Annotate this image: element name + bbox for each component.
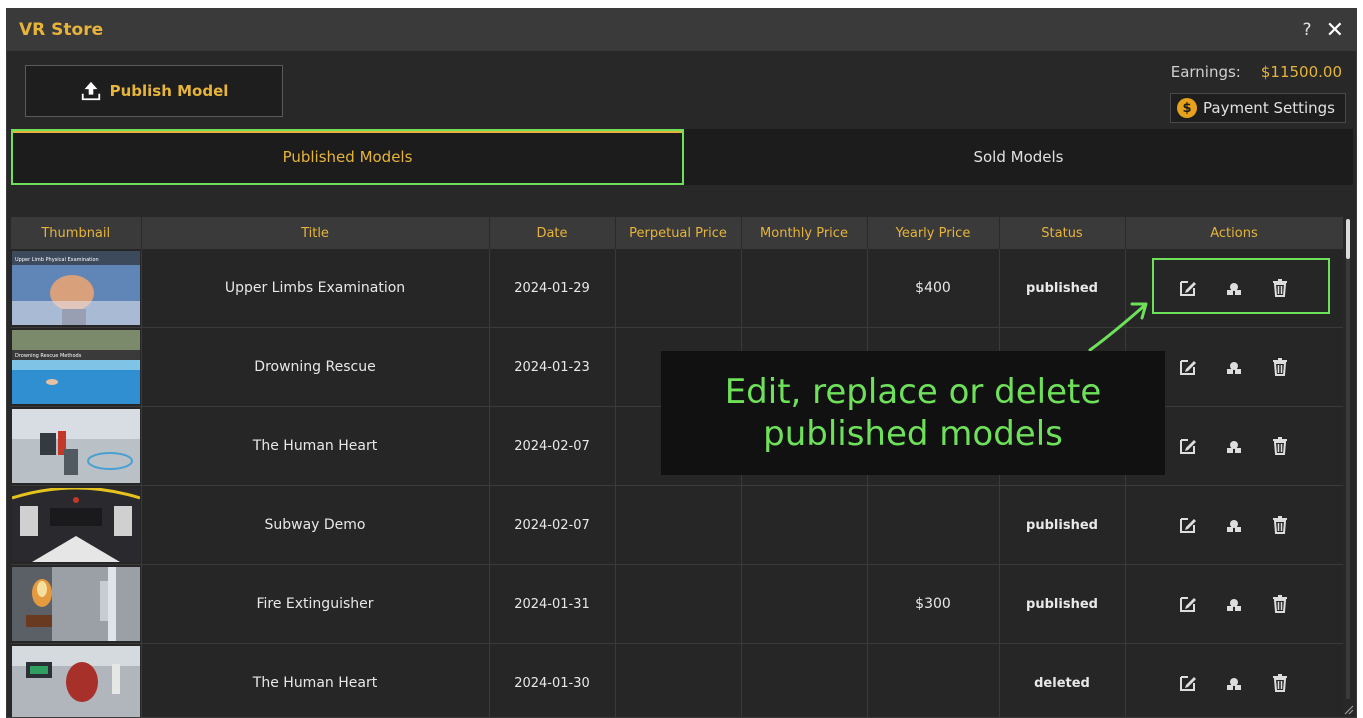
title-cell: The Human Heart xyxy=(141,643,490,717)
table-row[interactable]: The Human Heart 2024-01-30 deleted xyxy=(11,643,1343,717)
trash-icon[interactable] xyxy=(1270,436,1290,456)
dollar-coin-icon: $ xyxy=(1177,98,1198,118)
column-header-status[interactable]: Status xyxy=(999,217,1126,249)
status-cell: deleted xyxy=(999,643,1126,717)
title-cell: Subway Demo xyxy=(141,485,490,565)
annotation-callout: Edit, replace or delete published models xyxy=(661,351,1165,475)
column-header-yearly-price[interactable]: Yearly Price xyxy=(867,217,1000,249)
thumbnail-human-heart-2 xyxy=(11,646,140,717)
title-cell: The Human Heart xyxy=(141,406,490,486)
publish-model-label: Publish Model xyxy=(109,82,229,100)
help-button[interactable]: ? xyxy=(1303,20,1312,40)
payment-settings-label: Payment Settings xyxy=(1203,99,1335,117)
monthly-price-cell xyxy=(741,564,868,644)
thumbnail-fire-extinguisher xyxy=(11,567,140,641)
status-cell: published xyxy=(999,485,1126,565)
thumbnail-human-heart xyxy=(11,409,140,483)
date-cell: 2024-02-07 xyxy=(489,485,616,565)
perpetual-price-cell xyxy=(615,485,742,565)
replace-icon[interactable] xyxy=(1224,436,1244,456)
title-cell: Drowning Rescue xyxy=(141,327,490,407)
perpetual-price-cell xyxy=(615,249,742,328)
date-cell: 2024-01-23 xyxy=(489,327,616,407)
earnings-value: $11500.00 xyxy=(1260,63,1342,81)
close-button[interactable]: ✕ xyxy=(1326,18,1344,43)
trash-icon[interactable] xyxy=(1270,594,1290,614)
callout-line-1: Edit, replace or delete xyxy=(724,372,1102,412)
column-header-monthly-price[interactable]: Monthly Price xyxy=(741,217,868,249)
date-cell: 2024-01-30 xyxy=(489,643,616,717)
table-row[interactable]: Fire Extinguisher 2024-01-31 $300 publis… xyxy=(11,564,1343,644)
vr-store-window: VR Store ? ✕ Publish Model Earnings: $11… xyxy=(6,8,1357,718)
actions-cell xyxy=(1125,564,1343,644)
monthly-price-cell xyxy=(741,249,868,328)
title-bar: VR Store ? ✕ xyxy=(7,9,1356,51)
trash-icon[interactable] xyxy=(1270,357,1290,377)
tab-bar: Published Models Sold Models xyxy=(11,129,1353,185)
thumbnail-caption: Upper Limb Physical Examination xyxy=(15,257,99,263)
replace-icon[interactable] xyxy=(1224,673,1244,693)
column-header-thumbnail: Thumbnail xyxy=(11,217,142,249)
table-header-row: Thumbnail Title Date Perpetual Price Mon… xyxy=(11,217,1343,249)
window-title: VR Store xyxy=(19,20,104,40)
edit-icon[interactable] xyxy=(1178,357,1198,377)
perpetual-price-cell xyxy=(615,643,742,717)
date-cell: 2024-02-07 xyxy=(489,406,616,486)
publish-model-button[interactable]: Publish Model xyxy=(25,65,283,117)
actions-cell xyxy=(1125,643,1343,717)
vertical-scrollbar[interactable] xyxy=(1346,219,1350,699)
yearly-price-cell xyxy=(867,485,1000,565)
trash-icon[interactable] xyxy=(1270,515,1290,535)
thumbnail-drowning-rescue: Drowning Rescue Methods xyxy=(11,330,140,404)
tab-sold-models[interactable]: Sold Models xyxy=(684,129,1353,185)
edit-icon[interactable] xyxy=(1178,594,1198,614)
date-cell: 2024-01-29 xyxy=(489,249,616,328)
column-header-actions: Actions xyxy=(1125,217,1343,249)
column-header-perpetual-price[interactable]: Perpetual Price xyxy=(615,217,742,249)
yearly-price-cell xyxy=(867,643,1000,717)
thumbnail-upper-limbs: Upper Limb Physical Examination xyxy=(11,251,140,325)
title-cell: Fire Extinguisher xyxy=(141,564,490,644)
actions-highlight-box xyxy=(1152,258,1330,314)
thumbnail-cell xyxy=(11,643,142,717)
actions-cell xyxy=(1125,485,1343,565)
thumbnail-cell xyxy=(11,485,142,565)
edit-icon[interactable] xyxy=(1178,515,1198,535)
edit-icon[interactable] xyxy=(1178,673,1198,693)
earnings-display: Earnings: $11500.00 xyxy=(1171,63,1342,81)
trash-icon[interactable] xyxy=(1270,673,1290,693)
thumbnail-cell xyxy=(11,406,142,486)
thumbnail-caption: Drowning Rescue Methods xyxy=(15,353,82,359)
resize-grip-icon[interactable] xyxy=(1342,703,1354,715)
title-cell: Upper Limbs Examination xyxy=(141,249,490,328)
status-cell: published xyxy=(999,564,1126,644)
thumbnail-cell: Upper Limb Physical Examination xyxy=(11,249,142,328)
yearly-price-cell: $400 xyxy=(867,249,1000,328)
perpetual-price-cell xyxy=(615,564,742,644)
replace-icon[interactable] xyxy=(1224,357,1244,377)
replace-icon[interactable] xyxy=(1224,594,1244,614)
replace-icon[interactable] xyxy=(1224,515,1244,535)
tab-published-models[interactable]: Published Models xyxy=(11,129,684,185)
monthly-price-cell xyxy=(741,485,868,565)
thumbnail-subway-demo xyxy=(11,488,140,562)
upload-icon xyxy=(81,81,100,101)
yearly-price-cell: $300 xyxy=(867,564,1000,644)
callout-line-2: published models xyxy=(763,414,1063,454)
scrollbar-thumb[interactable] xyxy=(1346,219,1350,259)
earnings-label: Earnings: xyxy=(1170,63,1241,81)
thumbnail-cell xyxy=(11,564,142,644)
annotation-arrow-icon xyxy=(1088,302,1148,352)
payment-settings-button[interactable]: $ Payment Settings xyxy=(1170,93,1346,123)
date-cell: 2024-01-31 xyxy=(489,564,616,644)
column-header-date[interactable]: Date xyxy=(489,217,616,249)
edit-icon[interactable] xyxy=(1178,436,1198,456)
monthly-price-cell xyxy=(741,643,868,717)
thumbnail-cell: Drowning Rescue Methods xyxy=(11,327,142,407)
table-row[interactable]: Subway Demo 2024-02-07 published xyxy=(11,485,1343,565)
column-header-title[interactable]: Title xyxy=(141,217,490,249)
